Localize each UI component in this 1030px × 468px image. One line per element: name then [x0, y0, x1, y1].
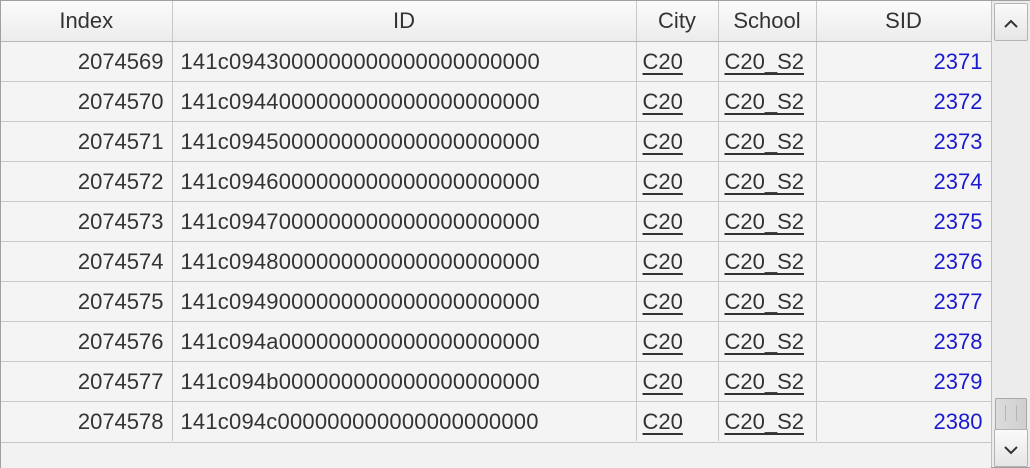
table-row[interactable]: 2074573 141c0947000000000000000000000 C2…	[1, 201, 991, 242]
chevron-down-icon	[1004, 435, 1018, 461]
city-cell[interactable]: C20	[636, 361, 719, 402]
school-link[interactable]: C20_S2	[725, 209, 805, 234]
city-cell[interactable]: C20	[636, 401, 719, 441]
school-link[interactable]: C20_S2	[725, 169, 805, 194]
chevron-up-icon	[1004, 9, 1018, 35]
school-link[interactable]: C20_S2	[725, 129, 805, 154]
school-cell[interactable]: C20_S2	[718, 81, 817, 122]
sid-cell[interactable]: 2373	[816, 121, 991, 162]
table-row[interactable]: 2074578 141c094c000000000000000000000 C2…	[1, 401, 991, 441]
index-cell[interactable]: 2074576	[1, 321, 173, 362]
index-cell[interactable]: 2074572	[1, 161, 173, 202]
scroll-up-button[interactable]	[994, 3, 1028, 41]
table-row[interactable]: 2074571 141c0945000000000000000000000 C2…	[1, 121, 991, 162]
index-cell[interactable]: 2074569	[1, 41, 173, 82]
city-link[interactable]: C20	[643, 249, 683, 274]
school-cell[interactable]: C20_S2	[718, 241, 817, 282]
school-link[interactable]: C20_S2	[725, 249, 805, 274]
school-cell[interactable]: C20_S2	[718, 361, 817, 402]
sid-cell[interactable]: 2379	[816, 361, 991, 402]
id-cell[interactable]: 141c0945000000000000000000000	[172, 121, 637, 162]
id-cell[interactable]: 141c094b000000000000000000000	[172, 361, 637, 402]
scrollbar-thumb[interactable]	[995, 398, 1027, 430]
id-cell[interactable]: 141c0946000000000000000000000	[172, 161, 637, 202]
sid-cell[interactable]: 2378	[816, 321, 991, 362]
school-cell[interactable]: C20_S2	[718, 201, 817, 242]
grid-footer	[1, 442, 991, 468]
column-header-city[interactable]: City	[636, 1, 719, 42]
school-cell[interactable]: C20_S2	[718, 401, 817, 441]
table-row[interactable]: 2074576 141c094a000000000000000000000 C2…	[1, 321, 991, 362]
id-cell[interactable]: 141c0943000000000000000000000	[172, 41, 637, 82]
school-link[interactable]: C20_S2	[725, 369, 805, 394]
school-link[interactable]: C20_S2	[725, 49, 805, 74]
id-cell[interactable]: 141c094a000000000000000000000	[172, 321, 637, 362]
table-row[interactable]: 2074577 141c094b000000000000000000000 C2…	[1, 361, 991, 402]
table-row[interactable]: 2074575 141c0949000000000000000000000 C2…	[1, 281, 991, 322]
sid-cell[interactable]: 2376	[816, 241, 991, 282]
city-link[interactable]: C20	[643, 369, 683, 394]
school-cell[interactable]: C20_S2	[718, 41, 817, 82]
city-link[interactable]: C20	[643, 209, 683, 234]
table-row[interactable]: 2074572 141c0946000000000000000000000 C2…	[1, 161, 991, 202]
column-header-sid[interactable]: SID	[816, 1, 991, 42]
id-cell[interactable]: 141c0948000000000000000000000	[172, 241, 637, 282]
sid-cell[interactable]: 2374	[816, 161, 991, 202]
column-header-school[interactable]: School	[718, 1, 817, 42]
index-cell[interactable]: 2074571	[1, 121, 173, 162]
id-cell[interactable]: 141c094c000000000000000000000	[172, 401, 637, 441]
vertical-scrollbar[interactable]	[991, 1, 1030, 467]
data-grid: Index ID City School SID 2074569 141c094…	[1, 1, 991, 441]
index-cell[interactable]: 2074574	[1, 241, 173, 282]
city-link[interactable]: C20	[643, 169, 683, 194]
school-link[interactable]: C20_S2	[725, 289, 805, 314]
city-link[interactable]: C20	[643, 129, 683, 154]
school-cell[interactable]: C20_S2	[718, 121, 817, 162]
city-cell[interactable]: C20	[636, 121, 719, 162]
data-table: Index ID City School SID 2074569 141c094…	[1, 1, 991, 441]
city-link[interactable]: C20	[643, 89, 683, 114]
id-cell[interactable]: 141c0944000000000000000000000	[172, 81, 637, 122]
sid-cell[interactable]: 2371	[816, 41, 991, 82]
city-cell[interactable]: C20	[636, 81, 719, 122]
school-link[interactable]: C20_S2	[725, 409, 805, 434]
scroll-down-button[interactable]	[994, 429, 1028, 467]
school-link[interactable]: C20_S2	[725, 329, 805, 354]
index-cell[interactable]: 2074575	[1, 281, 173, 322]
city-cell[interactable]: C20	[636, 321, 719, 362]
city-cell[interactable]: C20	[636, 41, 719, 82]
index-cell[interactable]: 2074570	[1, 81, 173, 122]
city-link[interactable]: C20	[643, 409, 683, 434]
city-cell[interactable]: C20	[636, 161, 719, 202]
city-cell[interactable]: C20	[636, 201, 719, 242]
school-cell[interactable]: C20_S2	[718, 161, 817, 202]
header-row: Index ID City School SID	[1, 1, 991, 42]
school-cell[interactable]: C20_S2	[718, 281, 817, 322]
column-header-id[interactable]: ID	[172, 1, 637, 42]
index-cell[interactable]: 2074577	[1, 361, 173, 402]
city-link[interactable]: C20	[643, 289, 683, 314]
index-cell[interactable]: 2074578	[1, 401, 173, 441]
index-cell[interactable]: 2074573	[1, 201, 173, 242]
id-cell[interactable]: 141c0947000000000000000000000	[172, 201, 637, 242]
school-cell[interactable]: C20_S2	[718, 321, 817, 362]
city-cell[interactable]: C20	[636, 281, 719, 322]
city-link[interactable]: C20	[643, 49, 683, 74]
school-link[interactable]: C20_S2	[725, 89, 805, 114]
city-cell[interactable]: C20	[636, 241, 719, 282]
sid-cell[interactable]: 2372	[816, 81, 991, 122]
table-row[interactable]: 2074570 141c0944000000000000000000000 C2…	[1, 81, 991, 122]
sid-cell[interactable]: 2377	[816, 281, 991, 322]
sid-cell[interactable]: 2380	[816, 401, 991, 441]
data-table-window: Index ID City School SID 2074569 141c094…	[0, 0, 1030, 468]
column-header-index[interactable]: Index	[1, 1, 173, 42]
table-row[interactable]: 2074574 141c0948000000000000000000000 C2…	[1, 241, 991, 282]
sid-cell[interactable]: 2375	[816, 201, 991, 242]
table-row[interactable]: 2074569 141c0943000000000000000000000 C2…	[1, 41, 991, 82]
city-link[interactable]: C20	[643, 329, 683, 354]
id-cell[interactable]: 141c0949000000000000000000000	[172, 281, 637, 322]
